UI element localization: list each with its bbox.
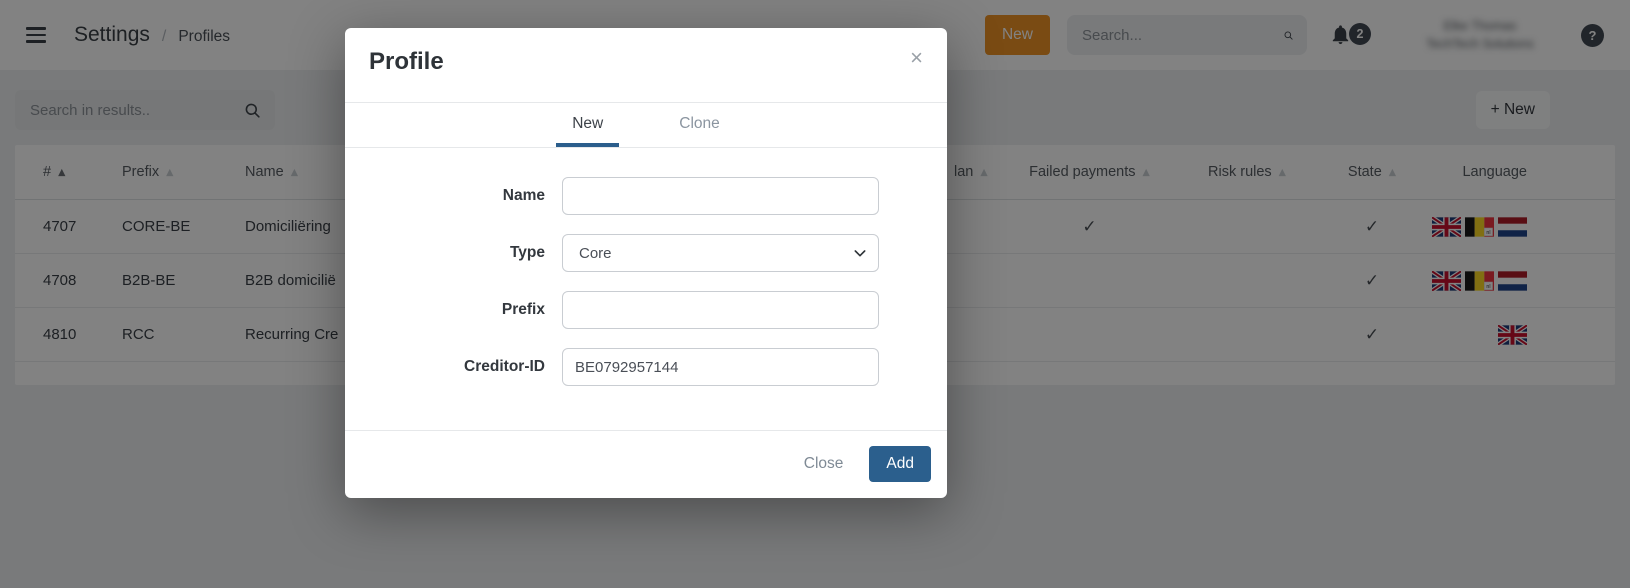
creditor-id-label: Creditor-ID <box>385 358 545 376</box>
name-field[interactable] <box>562 177 879 215</box>
modal-tabs: New Clone <box>345 103 947 148</box>
app-window: Settings / Profiles New 2 Elke Thomas Te… <box>0 0 1630 588</box>
prefix-label: Prefix <box>385 301 545 319</box>
type-select[interactable]: Core <box>562 234 879 272</box>
tab-clone[interactable]: Clone <box>663 115 736 147</box>
profile-modal: Profile × New Clone Name Type Core <box>345 28 947 498</box>
modal-form: Name Type Core Prefix Credito <box>345 148 947 405</box>
close-icon[interactable]: × <box>910 48 923 68</box>
add-button[interactable]: Add <box>869 446 931 482</box>
creditor-id-field[interactable] <box>562 348 879 386</box>
modal-title: Profile <box>369 48 444 76</box>
close-button[interactable]: Close <box>788 446 860 482</box>
prefix-field[interactable] <box>562 291 879 329</box>
tab-new[interactable]: New <box>556 115 619 147</box>
modal-header: Profile × <box>345 28 947 103</box>
modal-footer: Close Add <box>345 430 947 498</box>
type-label: Type <box>385 244 545 262</box>
name-label: Name <box>385 187 545 205</box>
